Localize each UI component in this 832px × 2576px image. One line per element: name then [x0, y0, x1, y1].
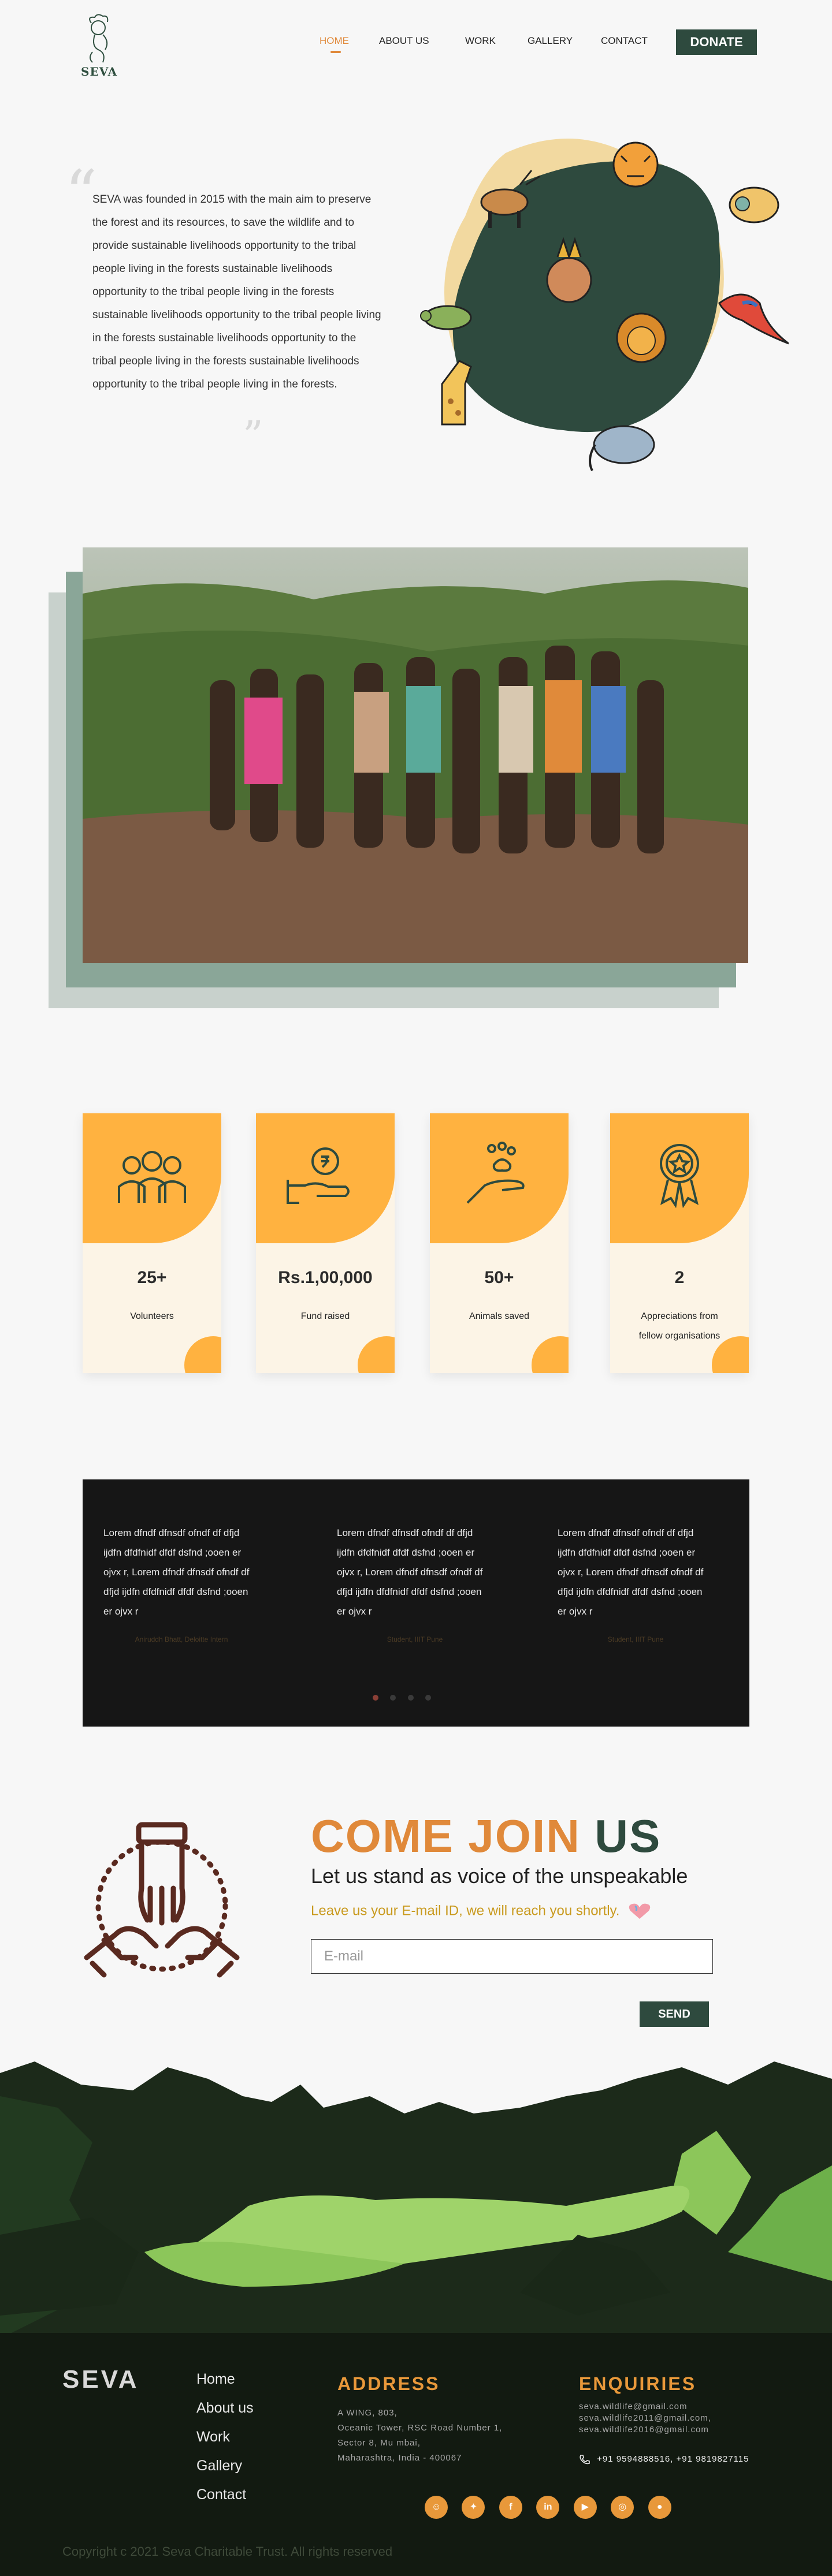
lion-icon: [616, 312, 667, 363]
send-button[interactable]: SEND: [640, 2001, 709, 2027]
stat-label: Volunteers: [130, 1311, 174, 1321]
carousel-dot[interactable]: [407, 1695, 414, 1701]
turtle-icon: [420, 305, 472, 330]
testimonial-author: Aniruddh Bhatt, Deloitte Intern: [135, 1635, 228, 1643]
carousel-dots: [373, 1693, 440, 1703]
testimonial-author: Student, IIIT Pune: [387, 1635, 443, 1643]
nav-contact[interactable]: CONTACT: [601, 35, 648, 47]
footer-link-contact[interactable]: Contact: [196, 2486, 254, 2503]
footer-link-home[interactable]: Home: [196, 2371, 254, 2388]
join-note-text: Leave us your E-mail ID, we will reach y…: [311, 1903, 620, 1919]
heart-icon: [629, 1903, 651, 1919]
animals-illustration: [420, 139, 789, 471]
testimonial-author: Student, IIIT Pune: [607, 1635, 664, 1643]
address-block: A WING, 803, Oceanic Tower, RSC Road Num…: [337, 2406, 545, 2466]
email-address[interactable]: seva.wildlife2016@gmail.com: [579, 2424, 787, 2436]
paw-hand-icon: [466, 1142, 525, 1204]
logo-text: SEVA: [81, 65, 118, 79]
tiger-icon: [612, 141, 659, 188]
join-note: Leave us your E-mail ID, we will reach y…: [311, 1903, 651, 1920]
phone-text: +91 9594888516, +91 9819827115: [597, 2454, 749, 2464]
landscape-illustration: [0, 2061, 832, 2339]
stat-card-corner: [358, 1336, 395, 1373]
stat-value: 2: [674, 1268, 685, 1287]
footer-links: Home About us Work Gallery Contact: [196, 2371, 254, 2515]
footer-link-work[interactable]: Work: [196, 2429, 254, 2445]
quote-close-icon: ”: [243, 412, 263, 460]
group-icon: [118, 1151, 186, 1203]
stat-card-animals: 50+ Animals saved: [430, 1113, 569, 1373]
stat-value: 25+: [137, 1268, 167, 1287]
join-hands-icon: [84, 1822, 240, 1978]
phone-numbers: +91 9594888516, +91 9819827115: [579, 2454, 749, 2465]
join-title: COME JOIN US: [311, 1810, 661, 1863]
snapchat-icon[interactable]: ☺: [425, 2496, 448, 2519]
address-line: Sector 8, Mu mbai,: [337, 2438, 421, 2448]
reddit-icon[interactable]: ●: [648, 2496, 671, 2519]
carousel-dot[interactable]: [390, 1695, 396, 1701]
testimonials-carousel: Lorem dfndf dfnsdf ofndf df dfjd ijdfn d…: [83, 1479, 749, 1727]
testimonial-card: Lorem dfndf dfnsdf ofndf df dfjd ijdfn d…: [337, 1523, 493, 1643]
email-list: seva.wildlife@gmail.com seva.wildlife201…: [579, 2401, 787, 2436]
youtube-icon[interactable]: ▶: [573, 2496, 597, 2519]
nav-work[interactable]: WORK: [465, 35, 496, 47]
email-input[interactable]: [311, 1939, 713, 1974]
header: SEVA HOME ABOUT US WORK GALLERY CONTACT …: [0, 0, 832, 87]
enquiries-heading: ENQUIRIES: [579, 2373, 697, 2394]
address-line: A WING, 803,: [337, 2408, 398, 2418]
address-line: Maharashtra, India - 400067: [337, 2453, 462, 2463]
footer-brand: SEVA: [62, 2365, 139, 2394]
page: SEVA HOME ABOUT US WORK GALLERY CONTACT …: [0, 0, 832, 2576]
twitter-icon[interactable]: ✦: [462, 2496, 485, 2519]
stat-card-volunteers: 25+ Volunteers: [83, 1113, 221, 1373]
testimonial-card: Lorem dfndf dfnsdf ofndf df dfjd ijdfn d…: [103, 1523, 259, 1643]
copyright: Copyright c 2021 Seva Charitable Trust. …: [62, 2544, 393, 2559]
social-links: ☺ ✦ f in ▶ ◎ ●: [425, 2496, 683, 2519]
facebook-icon[interactable]: f: [499, 2496, 522, 2519]
donate-button[interactable]: DONATE: [676, 29, 757, 55]
email-address[interactable]: seva.wildlife@gmail.com: [579, 2401, 787, 2413]
testimonial-text: Lorem dfndf dfnsdf ofndf df dfjd ijdfn d…: [558, 1527, 704, 1617]
stat-card-corner: [532, 1336, 569, 1373]
join-title-part1: COME JOIN: [311, 1810, 581, 1862]
stat-card-funds: Rs.1,00,000 Fund raised: [256, 1113, 395, 1373]
linkedin-icon[interactable]: in: [536, 2496, 560, 2519]
nav-about-us[interactable]: ABOUT US: [379, 35, 429, 47]
about-text: SEVA was founded in 2015 with the main a…: [92, 193, 381, 390]
join-subtitle: Let us stand as voice of the unspeakable: [311, 1864, 688, 1888]
giraffe-icon: [441, 360, 472, 426]
testimonial-text: Lorem dfndf dfnsdf ofndf df dfjd ijdfn d…: [337, 1527, 483, 1617]
peacock-icon: [729, 187, 779, 223]
money-hand-icon: [287, 1147, 350, 1204]
stat-value: 50+: [484, 1268, 514, 1287]
stat-card-corner: [184, 1336, 221, 1373]
carousel-dot[interactable]: [373, 1695, 378, 1701]
address-line: Oceanic Tower, RSC Road Number 1,: [337, 2423, 503, 2433]
nav-active-indicator: [330, 51, 341, 53]
testimonial-text: Lorem dfndf dfnsdf ofndf df dfjd ijdfn d…: [103, 1527, 250, 1617]
stat-card-appreciations: 2 Appreciations from fellow organisation…: [610, 1113, 749, 1373]
phone-icon: [580, 2455, 590, 2465]
join-title-part2: US: [595, 1810, 662, 1862]
award-badge-icon: [660, 1144, 699, 1209]
footer: SEVA Home About us Work Gallery Contact …: [0, 2333, 832, 2576]
elephant-icon: [589, 425, 655, 471]
stat-label: Animals saved: [469, 1311, 530, 1321]
carousel-dot[interactable]: [425, 1695, 432, 1701]
footer-link-gallery[interactable]: Gallery: [196, 2458, 254, 2474]
instagram-icon[interactable]: ◎: [611, 2496, 634, 2519]
stat-label: Fund raised: [300, 1311, 350, 1321]
email-address[interactable]: seva.wildlife2011@gmail.com,: [579, 2413, 787, 2424]
nav-home[interactable]: HOME: [320, 35, 349, 47]
footer-link-about-us[interactable]: About us: [196, 2400, 254, 2417]
parrot-icon: [718, 293, 789, 345]
stat-value: Rs.1,00,000: [278, 1268, 373, 1287]
nav-gallery[interactable]: GALLERY: [528, 35, 573, 47]
address-heading: ADDRESS: [337, 2373, 440, 2394]
testimonial-card: Lorem dfndf dfnsdf ofndf df dfjd ijdfn d…: [558, 1523, 714, 1643]
tribal-women-photo: [83, 547, 748, 963]
